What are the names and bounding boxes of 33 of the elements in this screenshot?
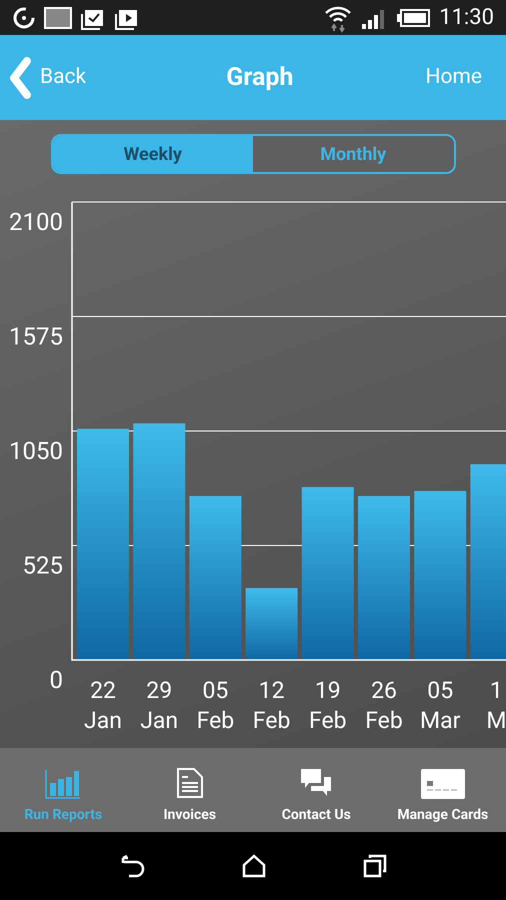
recent-apps-icon[interactable] — [363, 854, 388, 878]
back-button[interactable]: Back — [8, 56, 86, 100]
image-icon — [44, 6, 72, 28]
x-axis-label: 1 M — [486, 677, 506, 734]
period-tab[interactable]: Weekly — [52, 136, 253, 172]
nav-tab[interactable]: Contact Us — [253, 748, 380, 832]
x-axis-label: 19 Feb — [309, 677, 347, 734]
x-axis-label: 05 Mar — [420, 677, 460, 734]
chevron-left-icon — [8, 56, 32, 100]
sync-icon — [12, 6, 36, 30]
bar — [246, 588, 298, 660]
credit-card-icon — [420, 769, 465, 799]
nav-tab[interactable]: Run Reports — [0, 748, 126, 832]
x-axis-label: 26 Feb — [365, 677, 403, 734]
y-axis-label: 525 — [22, 552, 63, 580]
clock: 11:30 — [439, 4, 494, 32]
document-icon — [176, 767, 204, 799]
nav-tab[interactable]: Manage Cards — [380, 748, 506, 832]
home-icon[interactable] — [242, 854, 266, 878]
y-axis-label: 1575 — [9, 322, 63, 350]
x-axis-label: 22 Jan — [84, 677, 122, 734]
nav-tab[interactable]: Invoices — [126, 748, 253, 832]
battery-icon — [397, 8, 432, 28]
home-button[interactable]: Home — [425, 62, 498, 94]
x-axis-label: 05 Feb — [196, 677, 234, 734]
y-axis-label: 0 — [50, 666, 63, 694]
period-tab[interactable]: Monthly — [253, 136, 454, 172]
x-axis-label: 12 Feb — [252, 677, 290, 734]
page-title: Graph — [225, 62, 294, 94]
y-axis-label: 2100 — [9, 208, 63, 236]
y-axis-label: 1050 — [9, 437, 63, 465]
x-axis-label: 29 Jan — [140, 677, 178, 734]
bar-chart-icon — [45, 769, 82, 799]
